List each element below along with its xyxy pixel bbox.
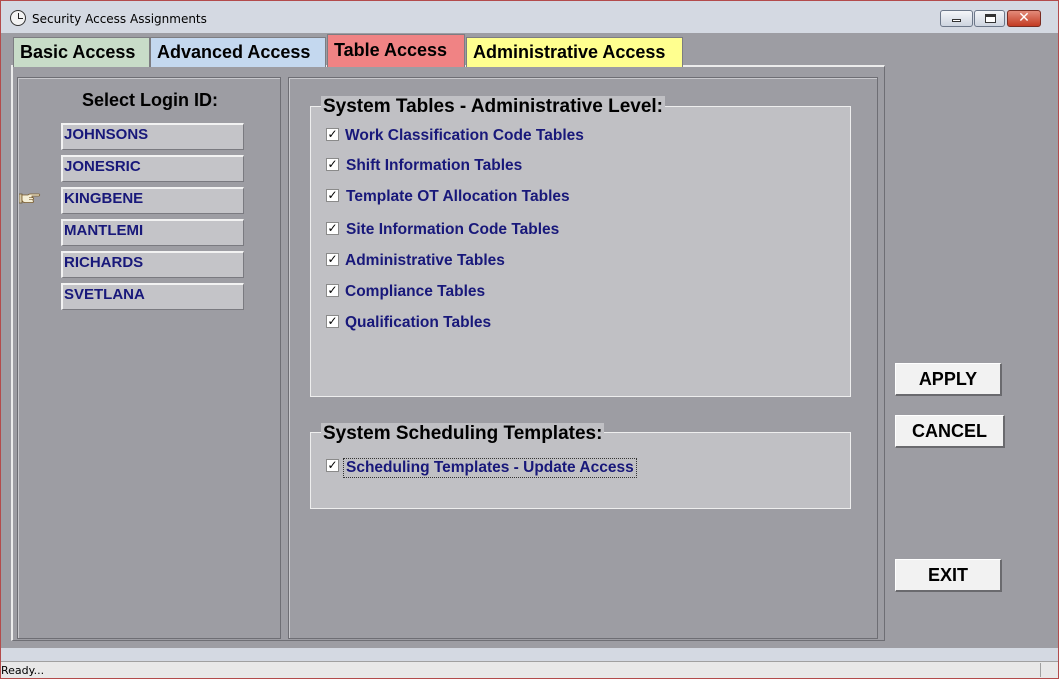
checkbox-label: Shift Information Tables bbox=[346, 157, 523, 174]
window-title: Security Access Assignments bbox=[32, 12, 207, 26]
system-tables-title: System Tables - Administrative Level: bbox=[321, 96, 666, 118]
checkbox-label: Site Information Code Tables bbox=[346, 221, 560, 238]
checkbox-label: Work Classification Code Tables bbox=[345, 127, 584, 144]
checkbox-label: Administrative Tables bbox=[345, 252, 505, 269]
minimize-icon bbox=[952, 19, 961, 22]
tab-table-access[interactable]: Table Access bbox=[327, 34, 465, 67]
scheduling-templates-title: System Scheduling Templates: bbox=[321, 423, 605, 445]
check-icon[interactable]: ✓ bbox=[326, 158, 339, 171]
clock-app-icon bbox=[10, 10, 26, 26]
pointing-hand-icon bbox=[19, 193, 41, 204]
login-item-johnsons[interactable]: JOHNSONS bbox=[61, 123, 244, 150]
status-divider bbox=[1040, 663, 1041, 677]
apply-button[interactable]: APPLY bbox=[895, 363, 1002, 396]
login-item-svetlana[interactable]: SVETLANA bbox=[61, 283, 244, 310]
check-icon[interactable]: ✓ bbox=[326, 128, 339, 141]
login-item-jonesric[interactable]: JONESRIC bbox=[61, 155, 244, 182]
cancel-button[interactable]: CANCEL bbox=[895, 415, 1005, 448]
client-area: Basic Access Advanced Access Table Acces… bbox=[7, 33, 1047, 648]
check-icon[interactable]: ✓ bbox=[326, 315, 339, 328]
exit-button[interactable]: EXIT bbox=[895, 559, 1002, 592]
maximize-button[interactable] bbox=[974, 10, 1005, 27]
login-list-panel: Select Login ID: JOHNSONS JONESRIC KINGB… bbox=[17, 77, 281, 639]
permissions-panel: System Tables - Administrative Level: ✓ … bbox=[288, 77, 878, 639]
tab-advanced-access[interactable]: Advanced Access bbox=[150, 37, 326, 67]
minimize-button[interactable] bbox=[940, 10, 973, 27]
close-icon: ✕ bbox=[1018, 10, 1030, 26]
checkbox-label: Scheduling Templates - Update Access bbox=[343, 458, 637, 478]
checkbox-label: Compliance Tables bbox=[345, 283, 486, 300]
app-window: Security Access Assignments ✕ Basic Acce… bbox=[0, 0, 1059, 679]
status-bar: Ready... bbox=[1, 661, 1058, 678]
tab-administrative-access[interactable]: Administrative Access bbox=[466, 37, 683, 67]
tab-basic-access[interactable]: Basic Access bbox=[13, 37, 150, 67]
scheduling-templates-group: System Scheduling Templates: ✓ Schedulin… bbox=[310, 423, 851, 509]
check-icon[interactable]: ✓ bbox=[326, 284, 339, 297]
system-tables-group: System Tables - Administrative Level: ✓ … bbox=[310, 96, 851, 397]
login-list-heading: Select Login ID: bbox=[81, 90, 218, 110]
login-item-mantlemi[interactable]: MANTLEMI bbox=[61, 219, 244, 246]
window-frame-bottom bbox=[1, 648, 1058, 661]
checkbox-label: Qualification Tables bbox=[345, 314, 492, 331]
title-bar[interactable]: Security Access Assignments ✕ bbox=[1, 1, 1058, 33]
maximize-icon bbox=[985, 14, 996, 23]
check-icon[interactable]: ✓ bbox=[326, 222, 339, 235]
login-item-kingbene[interactable]: KINGBENE bbox=[61, 187, 244, 214]
status-text: Ready... bbox=[1, 664, 45, 677]
check-icon[interactable]: ✓ bbox=[326, 189, 339, 202]
check-icon[interactable]: ✓ bbox=[326, 459, 339, 472]
check-icon[interactable]: ✓ bbox=[326, 253, 339, 266]
close-button[interactable]: ✕ bbox=[1007, 10, 1041, 27]
login-item-richards[interactable]: RICHARDS bbox=[61, 251, 244, 278]
checkbox-label: Template OT Allocation Tables bbox=[346, 188, 570, 205]
